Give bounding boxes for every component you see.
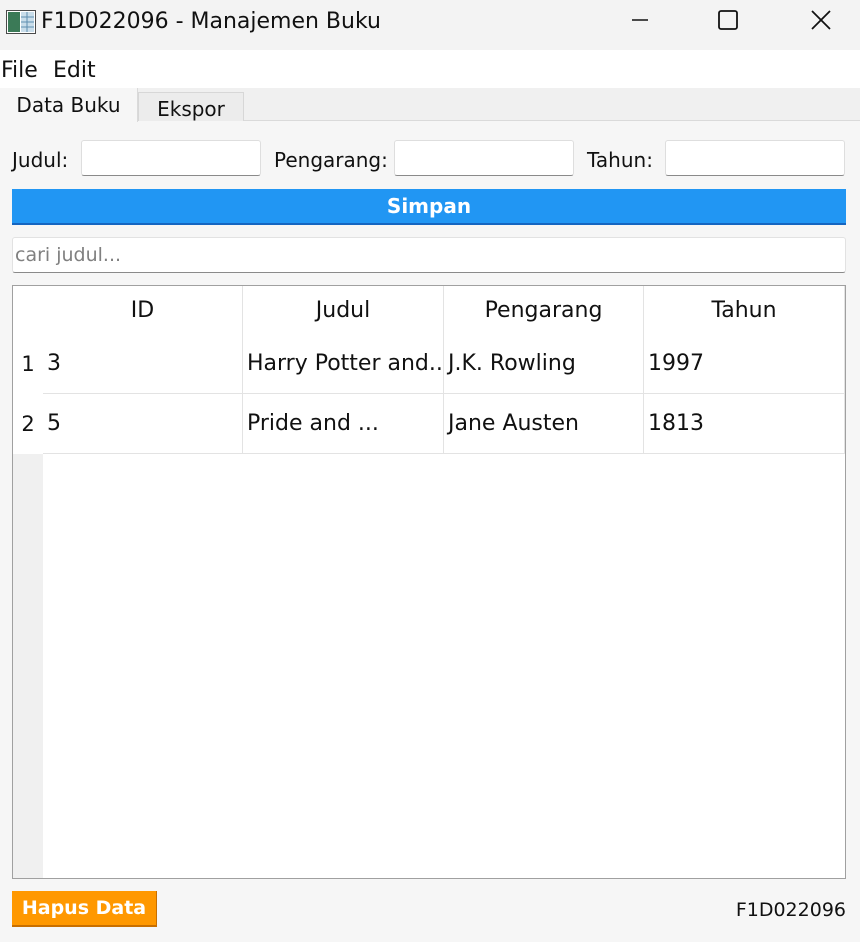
row-number[interactable]: 1 bbox=[13, 334, 43, 394]
judul-input[interactable] bbox=[81, 140, 261, 176]
tab-ekspor[interactable]: Ekspor bbox=[138, 92, 244, 121]
cell-judul[interactable]: Harry Potter and... bbox=[243, 334, 444, 394]
menu-bar: File Edit bbox=[0, 50, 860, 88]
search-input[interactable] bbox=[12, 237, 846, 273]
table-corner bbox=[13, 286, 43, 336]
cell-id[interactable]: 5 bbox=[43, 394, 243, 454]
row-number[interactable]: 2 bbox=[13, 394, 43, 454]
menu-file[interactable]: File bbox=[1, 58, 38, 84]
table-row[interactable]: 1 3 Harry Potter and... J.K. Rowling 199… bbox=[13, 334, 845, 394]
cell-tahun[interactable]: 1813 bbox=[644, 394, 845, 454]
minimize-icon bbox=[630, 10, 650, 34]
menu-edit[interactable]: Edit bbox=[53, 58, 96, 84]
column-header-tahun[interactable]: Tahun bbox=[644, 286, 845, 336]
judul-label: Judul: bbox=[12, 148, 69, 172]
cell-pengarang[interactable]: J.K. Rowling bbox=[444, 334, 644, 394]
maximize-button[interactable] bbox=[682, 0, 774, 44]
tab-data-buku[interactable]: Data Buku bbox=[0, 88, 138, 122]
pengarang-label: Pengarang: bbox=[274, 148, 388, 172]
tahun-input[interactable] bbox=[665, 140, 845, 176]
maximize-icon bbox=[717, 9, 739, 35]
table-row[interactable]: 2 5 Pride and ... Jane Austen 1813 bbox=[13, 394, 845, 454]
books-table[interactable]: ID Judul Pengarang Tahun 1 3 Harry Potte… bbox=[12, 285, 846, 879]
close-icon bbox=[810, 9, 832, 35]
column-header-judul[interactable]: Judul bbox=[243, 286, 444, 336]
status-label: F1D022096 bbox=[735, 899, 846, 921]
minimize-button[interactable] bbox=[594, 0, 686, 44]
cell-id[interactable]: 3 bbox=[43, 334, 243, 394]
cell-judul[interactable]: Pride and ... bbox=[243, 394, 444, 454]
tab-strip: Data Buku Ekspor bbox=[0, 88, 860, 122]
save-button[interactable]: Simpan bbox=[12, 189, 846, 225]
column-header-pengarang[interactable]: Pengarang bbox=[444, 286, 644, 336]
window-title: F1D022096 - Manajemen Buku bbox=[41, 9, 381, 34]
tahun-label: Tahun: bbox=[587, 148, 653, 172]
row-header-area bbox=[13, 454, 43, 878]
cell-pengarang[interactable]: Jane Austen bbox=[444, 394, 644, 454]
spreadsheet-app-icon bbox=[6, 10, 36, 34]
title-bar: F1D022096 - Manajemen Buku bbox=[0, 0, 860, 50]
delete-button[interactable]: Hapus Data bbox=[12, 891, 157, 927]
cell-tahun[interactable]: 1997 bbox=[644, 334, 845, 394]
column-header-id[interactable]: ID bbox=[43, 286, 243, 336]
pengarang-input[interactable] bbox=[394, 140, 574, 176]
close-button[interactable] bbox=[775, 0, 860, 44]
